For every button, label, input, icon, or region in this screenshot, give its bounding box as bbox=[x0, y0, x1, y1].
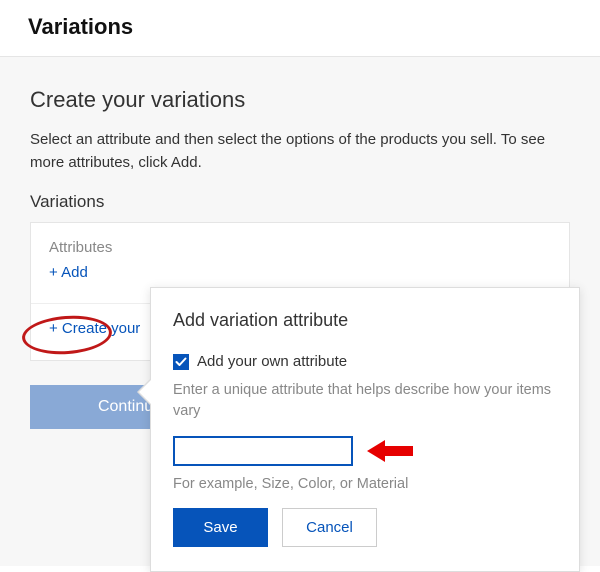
description: Select an attribute and then select the … bbox=[30, 129, 570, 174]
example-text: For example, Size, Color, or Material bbox=[173, 476, 557, 492]
create-own-link[interactable]: + Create your bbox=[49, 320, 140, 337]
attributes-title: Attributes bbox=[49, 239, 551, 256]
popover-title: Add variation attribute bbox=[173, 310, 557, 331]
own-attribute-checkbox[interactable] bbox=[173, 354, 189, 370]
own-attribute-label: Add your own attribute bbox=[197, 353, 347, 370]
attribute-name-input[interactable] bbox=[173, 436, 353, 466]
helper-text: Enter a unique attribute that helps desc… bbox=[173, 380, 557, 422]
add-attribute-link[interactable]: + Add bbox=[49, 264, 88, 281]
variations-section-label: Variations bbox=[30, 192, 570, 212]
save-button[interactable]: Save bbox=[173, 508, 268, 547]
annotation-arrow-icon bbox=[367, 438, 413, 464]
subtitle: Create your variations bbox=[30, 87, 570, 113]
popover-buttons: Save Cancel bbox=[173, 508, 557, 547]
input-row bbox=[173, 436, 557, 466]
cancel-button[interactable]: Cancel bbox=[282, 508, 377, 547]
own-attribute-row: Add your own attribute bbox=[173, 353, 557, 370]
page-header: Variations bbox=[0, 0, 600, 57]
checkmark-icon bbox=[175, 356, 187, 368]
page-title: Variations bbox=[28, 14, 572, 40]
main-area: Create your variations Select an attribu… bbox=[0, 57, 600, 566]
add-attribute-popover: Add variation attribute Add your own att… bbox=[150, 287, 580, 572]
